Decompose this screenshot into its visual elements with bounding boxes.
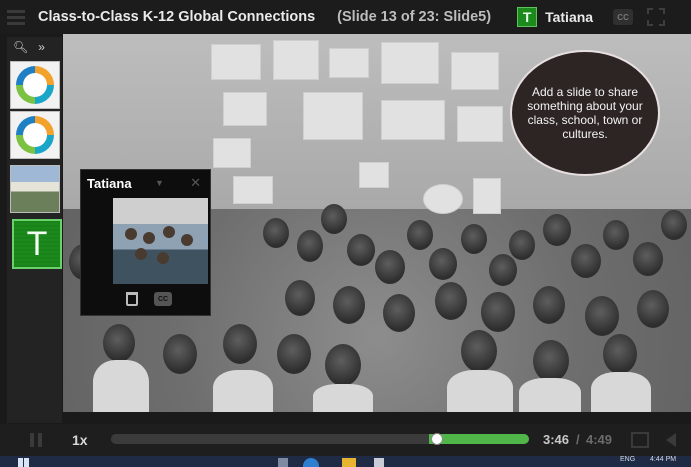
slide-thumbnail[interactable] (10, 61, 60, 109)
user-avatar: T (517, 7, 538, 27)
clock[interactable]: 4:44 PM (650, 456, 676, 463)
progress-played (111, 434, 429, 444)
windows-start-icon[interactable] (18, 458, 29, 467)
progress-handle[interactable] (431, 433, 444, 445)
volume-icon[interactable] (666, 433, 676, 447)
top-bar: Class-to-Class K-12 Global Connections (… (0, 0, 691, 34)
time-current: 3:46 (543, 432, 570, 447)
os-taskbar: ENG 4:44 PM (0, 456, 691, 467)
trash-icon[interactable] (126, 292, 138, 306)
chevron-down-icon[interactable]: ▼ (155, 178, 164, 188)
fullscreen-icon[interactable] (647, 8, 666, 26)
user-tile[interactable]: T (12, 219, 62, 269)
webcam-captions-button[interactable]: CC (154, 292, 172, 306)
callout-text: Add a slide to share something about you… (527, 85, 643, 141)
settings-icon[interactable] (374, 458, 384, 467)
task-view-icon[interactable] (278, 458, 288, 467)
app-window: Class-to-Class K-12 Global Connections (… (0, 0, 691, 467)
webcam-panel[interactable]: Tatiana ▼ ✕ CC (80, 169, 211, 316)
slide-thumbnail[interactable] (10, 165, 60, 213)
logo-ring-icon (16, 116, 54, 154)
pause-icon[interactable] (30, 433, 44, 447)
callout-bubble: Add a slide to share something about you… (510, 50, 660, 176)
webcam-user-name: Tatiana (87, 175, 132, 191)
browser-icon[interactable] (303, 458, 319, 467)
webcam-header[interactable]: Tatiana ▼ ✕ (81, 170, 210, 196)
time-separator: / (576, 432, 580, 447)
close-icon[interactable]: ✕ (190, 175, 201, 191)
rail-toolbar: 🔍︎ » (7, 37, 62, 57)
course-title: Class-to-Class K-12 Global Connections (38, 9, 316, 25)
playback-speed[interactable]: 1x (72, 432, 88, 448)
time-total: 4:49 (586, 432, 613, 447)
webcam-video (113, 198, 208, 284)
progress-current-segment (428, 434, 529, 444)
slide-thumbnail[interactable] (10, 111, 60, 159)
captions-button[interactable]: CC (613, 9, 634, 25)
logo-ring-icon (16, 66, 54, 104)
menu-icon[interactable] (0, 0, 32, 34)
user-name: Tatiana (545, 9, 594, 25)
slide-position: (Slide 13 of 23: Slide5) (337, 9, 492, 25)
expand-icon[interactable]: » (38, 40, 45, 54)
folder-icon[interactable] (342, 458, 356, 467)
language-indicator[interactable]: ENG (620, 456, 635, 463)
layout-icon[interactable] (631, 432, 649, 448)
search-icon[interactable]: 🔍︎ (13, 40, 28, 54)
progress-bar[interactable] (111, 434, 529, 444)
